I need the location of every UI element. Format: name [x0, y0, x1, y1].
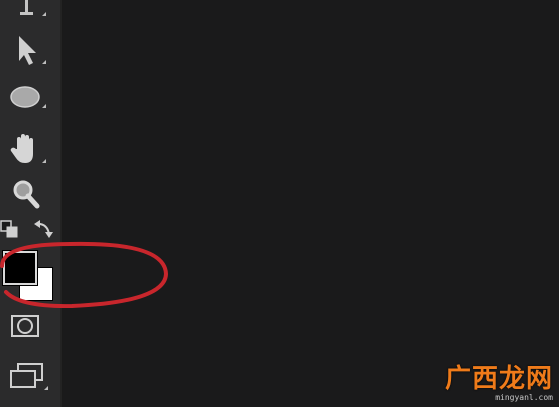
magnifier-icon: [13, 180, 40, 209]
quick-mask-icon: [11, 315, 39, 337]
hand-icon: [10, 134, 33, 163]
photoshop-window: 广西龙网 mingyanl.com: [0, 0, 559, 407]
default-colors-button[interactable]: [0, 220, 20, 238]
swap-colors-button[interactable]: [33, 220, 55, 238]
tools-panel: [0, 0, 63, 407]
watermark-subtitle: mingyanl.com: [495, 393, 553, 402]
zoom-tool[interactable]: [0, 178, 58, 214]
ellipse-tool[interactable]: [0, 80, 58, 116]
watermark: 广西龙网 mingyanl.com: [445, 365, 553, 403]
watermark-title: 广西龙网: [444, 364, 553, 394]
screen-mode-button[interactable]: [0, 360, 58, 396]
screen-mode-icon: [10, 363, 43, 388]
canvas-area[interactable]: [63, 0, 559, 407]
tool-flyout-corner: [42, 104, 46, 108]
foreground-color-swatch[interactable]: [3, 251, 37, 285]
tool-flyout-corner: [42, 159, 46, 163]
tool-flyout-corner: [42, 12, 46, 16]
arrow-cursor-icon: [19, 36, 36, 65]
type-cursor-icon: [20, 0, 33, 15]
ellipse-icon: [10, 86, 40, 108]
path-selection-tool[interactable]: [0, 32, 58, 68]
hand-tool[interactable]: [0, 133, 58, 169]
quick-mask-button[interactable]: [0, 312, 58, 348]
tool-flyout-corner: [44, 386, 48, 390]
default-colors-icon: [0, 220, 18, 238]
tool-flyout-corner: [42, 60, 46, 64]
swap-arrow-icon: [34, 220, 53, 238]
type-tool[interactable]: [0, 0, 58, 36]
